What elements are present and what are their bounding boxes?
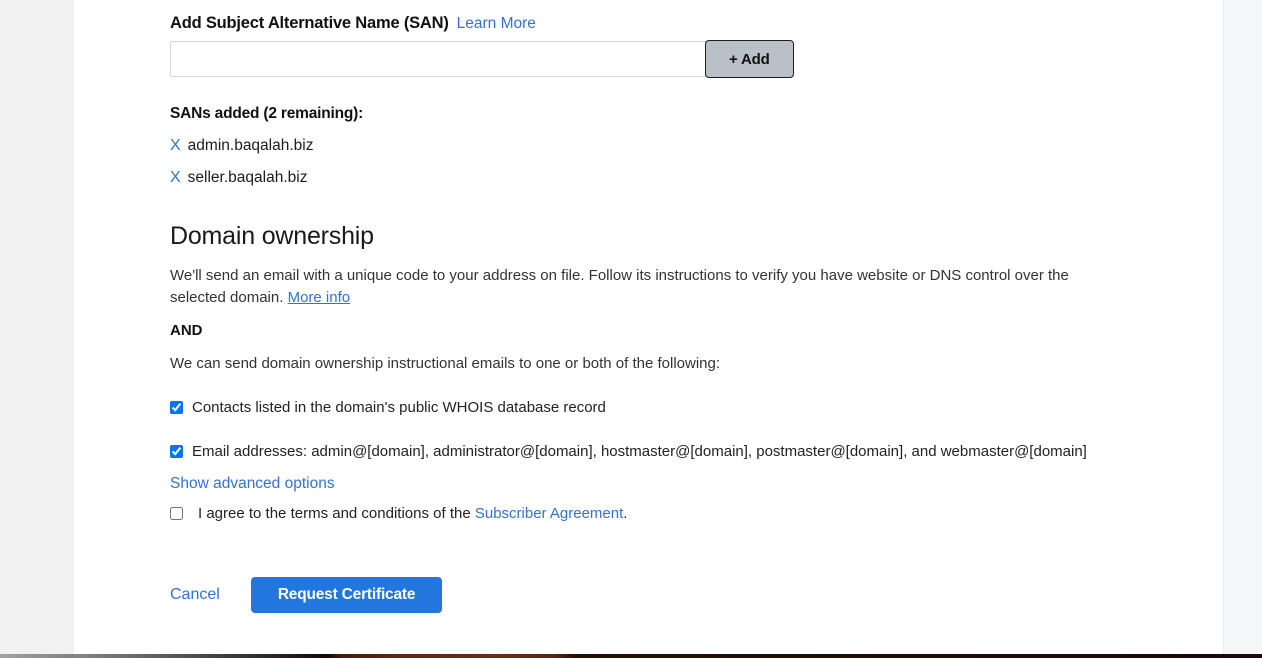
learn-more-link[interactable]: Learn More [457,15,536,33]
page: Add Subject Alternative Name (SAN) Learn… [0,0,1262,658]
agree-label: I agree to the terms and conditions of t… [198,503,627,525]
cancel-link[interactable]: Cancel [170,586,220,604]
whois-option-row: Contacts listed in the domain's public W… [170,397,1110,419]
scrollbar-track[interactable] [1223,0,1262,658]
certificate-request-panel: Add Subject Alternative Name (SAN) Learn… [74,0,1223,658]
whois-checkbox[interactable] [170,401,183,414]
request-certificate-button[interactable]: Request Certificate [251,577,442,613]
whois-option-label: Contacts listed in the domain's public W… [192,397,606,419]
left-gutter [0,0,74,658]
agree-prefix: I agree to the terms and conditions of t… [198,505,475,522]
san-item-name: admin.baqalah.biz [188,137,314,154]
san-list-item: Xseller.baqalah.biz [170,169,1110,187]
san-heading: Add Subject Alternative Name (SAN) [170,14,449,33]
advanced-options-row: Show advanced options [170,475,1110,493]
email-option-row: Email addresses: admin@[domain], adminis… [170,441,1110,463]
san-list-item: Xadmin.baqalah.biz [170,137,1110,155]
san-input-row: + Add [170,41,799,78]
remove-san-icon[interactable]: X [170,169,181,186]
remove-san-icon[interactable]: X [170,137,181,154]
subscriber-agreement-link[interactable]: Subscriber Agreement [475,505,623,522]
san-input[interactable] [170,41,706,77]
agree-row: I agree to the terms and conditions of t… [170,503,1110,525]
agree-suffix: . [623,505,627,522]
and-label: AND [170,321,1110,341]
email-option-label: Email addresses: admin@[domain], adminis… [192,441,1087,463]
more-info-link[interactable]: More info [288,289,351,306]
form-actions: Cancel Request Certificate [170,577,1110,613]
domain-ownership-intro: We'll send an email with a unique code t… [170,265,1110,309]
san-heading-row: Add Subject Alternative Name (SAN) Learn… [170,0,1110,33]
domain-ownership-heading: Domain ownership [170,221,1110,251]
emails-intro: We can send domain ownership instruction… [170,353,1110,375]
show-advanced-options-link[interactable]: Show advanced options [170,475,335,492]
footer-edge-bar [0,654,1262,658]
san-item-name: seller.baqalah.biz [188,169,308,186]
sans-added-label: SANs added (2 remaining): [170,105,1110,123]
email-addresses-checkbox[interactable] [170,445,183,458]
agree-terms-checkbox[interactable] [170,507,183,520]
add-san-button[interactable]: + Add [705,40,794,78]
